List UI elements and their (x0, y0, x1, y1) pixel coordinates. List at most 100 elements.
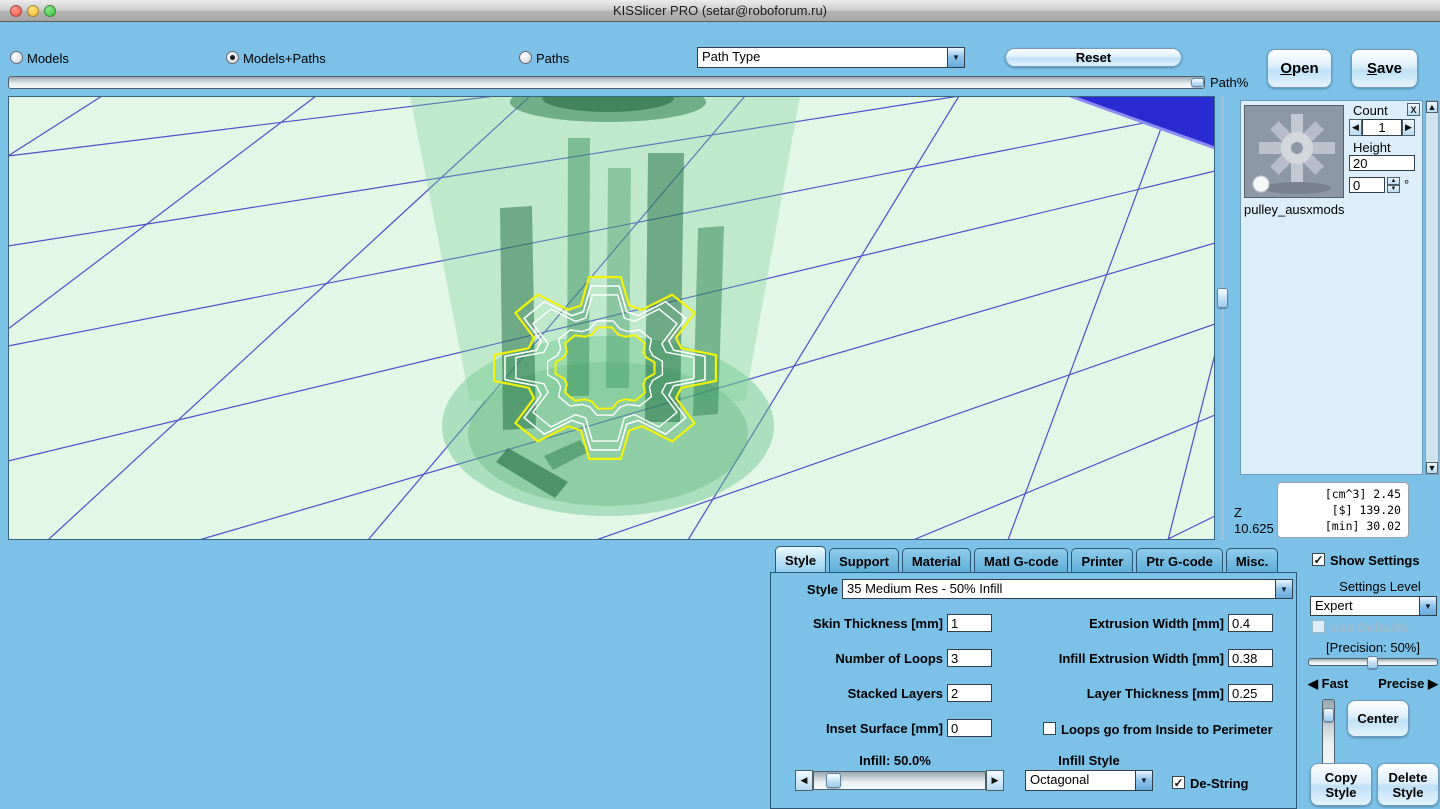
count-increment-button[interactable]: ▶ (1402, 119, 1415, 136)
center-button[interactable]: Center (1347, 700, 1409, 737)
style-preset-dropdown[interactable]: 35 Medium Res - 50% Infill ▼ (842, 579, 1293, 599)
radio-models[interactable] (10, 51, 23, 64)
infill-extrusion-width-label: Infill Extrusion Width [mm] (1000, 651, 1224, 666)
save-button[interactable]: Save (1351, 49, 1418, 88)
stacked-layers-label: Stacked Layers (770, 686, 943, 701)
precise-label: Precise (1378, 676, 1424, 691)
number-of-loops-label: Number of Loops (770, 651, 943, 666)
rotation-down-button[interactable]: ▼ (1387, 185, 1400, 193)
window-title: KISSlicer PRO (setar@roboforum.ru) (0, 3, 1440, 18)
tab-printer[interactable]: Printer (1071, 548, 1133, 573)
model-name[interactable]: pulley_ausxmods (1244, 202, 1344, 217)
inset-surface-label: Inset Surface [mm] (770, 721, 943, 736)
infill-slider-left-arrow[interactable]: ◀ (795, 770, 813, 791)
loops-inside-to-perimeter-label: Loops go from Inside to Perimeter (1061, 722, 1273, 737)
chevron-down-icon: ▼ (947, 48, 964, 67)
inset-surface-field[interactable] (947, 719, 992, 737)
kisslicer-window: KISSlicer PRO (setar@roboforum.ru) Model… (0, 0, 1440, 809)
radio-paths[interactable] (519, 51, 532, 64)
tab-style[interactable]: Style (775, 546, 826, 573)
skin-thickness-field[interactable] (947, 614, 992, 632)
settings-level-label: Settings Level (1322, 579, 1438, 594)
number-of-loops-field[interactable] (947, 649, 992, 667)
path-percent-label: Path% (1210, 75, 1248, 90)
estimate-time: [min] 30.02 (1285, 518, 1401, 534)
infill-slider-right-arrow[interactable]: ▶ (986, 770, 1004, 791)
model-list-scrollbar[interactable]: ▲ ▼ (1425, 100, 1439, 475)
delete-style-button[interactable]: Delete Style (1377, 763, 1439, 806)
count-decrement-button[interactable]: ◀ (1349, 119, 1362, 136)
reset-button[interactable]: Reset (1005, 48, 1182, 67)
tab-support[interactable]: Support (829, 548, 899, 573)
z-label: Z (1234, 505, 1242, 520)
radio-models-paths-label: Models+Paths (243, 51, 326, 66)
chevron-down-icon: ▼ (1419, 597, 1436, 615)
viewport-divider (1216, 96, 1229, 540)
style-label: Style (805, 582, 838, 597)
precision-slider[interactable] (1308, 658, 1438, 666)
show-settings-checkbox[interactable]: ✓ (1312, 553, 1325, 566)
estimate-cost: [$] 139.20 (1285, 502, 1401, 518)
fast-precise-labels: ◀ Fast Precise ▶ (1308, 676, 1438, 692)
layer-thickness-field[interactable] (1228, 684, 1273, 702)
fast-arrow-icon: ◀ (1308, 676, 1318, 691)
rotation-field[interactable]: 0 (1349, 177, 1385, 193)
model-render (410, 96, 800, 516)
model-thumbnail[interactable] (1244, 105, 1344, 198)
extrusion-width-field[interactable] (1228, 614, 1273, 632)
rotation-up-button[interactable]: ▲ (1387, 177, 1400, 185)
path-type-value: Path Type (698, 48, 947, 67)
destring-checkbox[interactable]: ✓ (1172, 776, 1185, 789)
tab-misc[interactable]: Misc. (1226, 548, 1279, 573)
radio-models-label: Models (27, 51, 69, 66)
viewport-divider-handle[interactable] (1217, 288, 1228, 308)
count-field[interactable]: 1 (1362, 119, 1402, 136)
estimate-volume: [cm^3] 2.45 (1285, 486, 1401, 502)
open-button[interactable]: Open (1267, 49, 1332, 88)
path-type-dropdown[interactable]: Path Type ▼ (697, 47, 965, 68)
tab-material[interactable]: Material (902, 548, 971, 573)
z-value: 10.625 (1234, 521, 1274, 536)
title-bar: KISSlicer PRO (setar@roboforum.ru) (0, 0, 1440, 22)
height-field[interactable]: 20 (1349, 155, 1415, 171)
tab-matl-gcode[interactable]: Matl G-code (974, 548, 1068, 573)
scroll-up-icon[interactable]: ▲ (1426, 101, 1438, 113)
degree-symbol: ° (1404, 177, 1409, 192)
infill-style-dropdown[interactable]: Octagonal ▼ (1025, 770, 1153, 791)
infill-extrusion-width-field[interactable] (1228, 649, 1273, 667)
model-list-panel: Count ◀ 1 ▶ Height 20 0 ▲ ▼ ° pulley_aus… (1240, 100, 1423, 475)
show-settings-label: Show Settings (1330, 553, 1420, 568)
3d-viewport[interactable] (8, 96, 1215, 540)
check-icon: ✓ (1313, 554, 1323, 566)
precision-slider-thumb[interactable] (1367, 656, 1378, 669)
infill-slider[interactable]: ◀ ▶ (795, 770, 1004, 791)
use-defaults-checkbox (1312, 620, 1325, 633)
infill-slider-thumb[interactable] (826, 773, 841, 788)
style-preset-value: 35 Medium Res - 50% Infill (843, 580, 1275, 598)
stacked-layers-field[interactable] (947, 684, 992, 702)
settings-tab-bar: Style Support Material Matl G-code Print… (775, 546, 1278, 573)
copy-style-button[interactable]: Copy Style (1310, 763, 1372, 806)
infill-slider-track[interactable] (813, 771, 986, 790)
path-percent-slider[interactable] (8, 76, 1205, 89)
zoom-slider-thumb[interactable] (1323, 708, 1334, 722)
extrusion-width-label: Extrusion Width [mm] (1000, 616, 1224, 631)
height-label: Height (1353, 140, 1391, 155)
infill-style-value: Octagonal (1026, 771, 1135, 790)
chevron-down-icon: ▼ (1275, 580, 1292, 598)
fast-label: Fast (1322, 676, 1349, 691)
tab-ptr-gcode[interactable]: Ptr G-code (1136, 548, 1222, 573)
close-icon[interactable]: X (1407, 103, 1420, 116)
check-icon: ✓ (1173, 777, 1183, 789)
skin-thickness-label: Skin Thickness [mm] (770, 616, 943, 631)
loops-inside-to-perimeter-checkbox[interactable] (1043, 722, 1056, 735)
settings-level-dropdown[interactable]: Expert ▼ (1310, 596, 1437, 616)
precision-label: [Precision: 50%] (1308, 640, 1438, 655)
infill-percent-label: Infill: 50.0% (820, 753, 970, 768)
zoom-slider[interactable] (1322, 699, 1335, 772)
path-percent-slider-thumb[interactable] (1191, 78, 1204, 87)
layer-thickness-label: Layer Thickness [mm] (1000, 686, 1224, 701)
radio-models-paths[interactable] (226, 51, 239, 64)
scroll-down-icon[interactable]: ▼ (1426, 462, 1438, 474)
radio-paths-label: Paths (536, 51, 569, 66)
